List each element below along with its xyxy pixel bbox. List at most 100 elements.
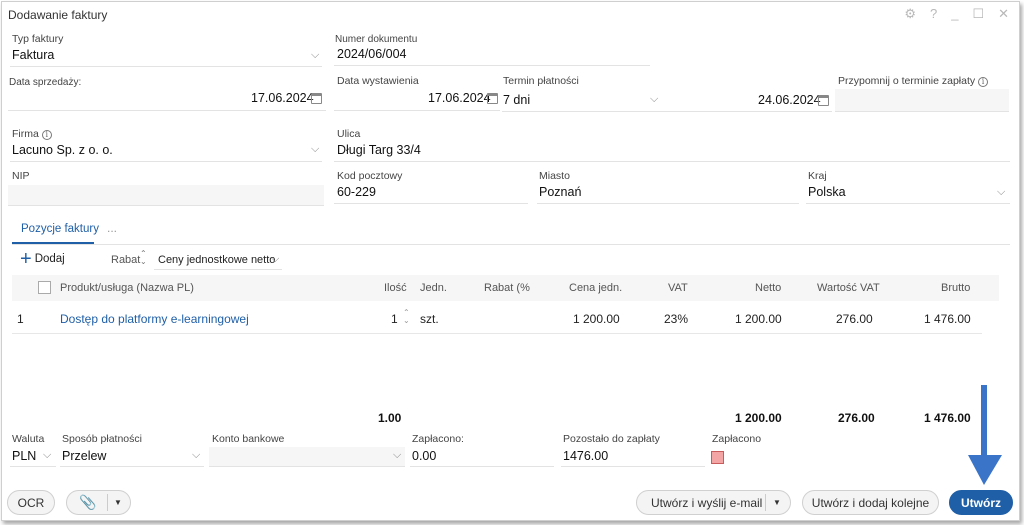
paid-amount-input[interactable]: 0.00 xyxy=(412,449,436,463)
caret-down-icon[interactable]: ▼ xyxy=(773,498,781,507)
discount-label: Rabat xyxy=(111,254,141,266)
caret-down-icon[interactable]: ▼ xyxy=(114,498,122,507)
calendar-icon[interactable] xyxy=(487,93,498,104)
chevron-down-icon[interactable]: ⌵ xyxy=(192,449,200,462)
create-and-send-button[interactable]: Utwórz i wyślij e-mail ▼ xyxy=(636,490,791,515)
calendar-icon[interactable] xyxy=(311,93,322,104)
ocr-button[interactable]: OCR xyxy=(7,490,55,515)
create-button[interactable]: Utwórz xyxy=(949,490,1013,515)
street-label: Ulica xyxy=(337,128,361,140)
close-icon[interactable]: ✕ xyxy=(998,6,1009,22)
minimize-icon[interactable]: _ xyxy=(951,6,958,22)
sale-date-input[interactable]: 17.06.2024 xyxy=(251,91,314,105)
country-label: Kraj xyxy=(808,170,827,182)
maximize-icon[interactable]: ☐ xyxy=(972,6,984,22)
reminder-underline xyxy=(835,111,1009,112)
row-vat-value: 276.00 xyxy=(836,312,873,326)
add-item-button[interactable]: + Dodaj xyxy=(20,248,65,270)
chevron-down-icon[interactable]: ⌵ xyxy=(393,449,401,462)
issue-date-label: Data wystawienia xyxy=(337,75,419,87)
doc-number-underline xyxy=(334,65,650,66)
postal-underline xyxy=(334,203,528,204)
chevron-down-icon[interactable]: ⌵ xyxy=(43,449,51,462)
col-header-vat-value[interactable]: Wartość VAT xyxy=(817,282,880,294)
postal-label: Kod pocztowy xyxy=(337,170,403,182)
nip-label: NIP xyxy=(12,170,30,182)
company-label: Firma i xyxy=(12,128,52,140)
col-header-qty[interactable]: Ilość xyxy=(384,282,407,294)
row-vat[interactable]: 23% xyxy=(664,312,688,326)
price-mode-select[interactable]: Ceny jednostkowe netto xyxy=(158,254,275,266)
currency-select[interactable]: PLN xyxy=(12,449,36,463)
remaining-input[interactable]: 1476.00 xyxy=(563,449,608,463)
city-label: Miasto xyxy=(539,170,570,182)
window-controls: ⚙ ? _ ☐ ✕ xyxy=(904,6,1009,22)
col-header-gross[interactable]: Brutto xyxy=(941,282,970,294)
pointer-arrow-icon xyxy=(968,385,1002,485)
paid-checkbox[interactable] xyxy=(711,451,724,464)
calendar-icon[interactable] xyxy=(818,95,829,106)
row-unit[interactable]: szt. xyxy=(420,312,439,326)
total-qty: 1.00 xyxy=(378,411,402,425)
col-header-unit[interactable]: Jedn. xyxy=(420,282,447,294)
doc-type-select[interactable]: Faktura xyxy=(12,48,54,62)
help-icon[interactable]: ? xyxy=(930,6,937,22)
chevron-down-icon[interactable]: ⌵ xyxy=(271,253,279,266)
col-header-vat[interactable]: VAT xyxy=(668,282,688,294)
create-and-send-label: Utwórz i wyślij e-mail xyxy=(651,495,763,510)
company-label-text: Firma xyxy=(12,128,39,140)
attachment-button[interactable]: 📎 ▼ xyxy=(66,490,131,515)
col-header-unit-price[interactable]: Cena jedn. xyxy=(569,282,622,294)
country-select[interactable]: Polska xyxy=(808,185,846,199)
country-underline xyxy=(806,203,1010,204)
paid-amount-label: Zapłacono: xyxy=(412,433,464,445)
chevron-down-icon[interactable]: ⌵ xyxy=(997,186,1005,199)
currency-underline xyxy=(10,466,56,467)
chevron-down-icon[interactable]: ⌵ xyxy=(311,49,319,62)
city-input[interactable]: Poznań xyxy=(539,185,581,199)
bank-account-underline xyxy=(209,466,405,467)
tab-more[interactable]: ... xyxy=(107,221,117,235)
info-icon[interactable]: i xyxy=(41,130,52,140)
issue-date-underline xyxy=(334,110,500,111)
street-input[interactable]: Długi Targ 33/4 xyxy=(337,143,421,157)
info-icon[interactable]: i xyxy=(978,77,989,87)
row-unit-price[interactable]: 1 200.00 xyxy=(573,312,620,326)
postal-input[interactable]: 60-229 xyxy=(337,185,376,199)
create-and-add-next-button[interactable]: Utwórz i dodaj kolejne xyxy=(802,490,939,515)
payment-term-underline xyxy=(502,111,832,112)
button-divider xyxy=(765,494,766,511)
select-all-checkbox[interactable] xyxy=(38,281,51,294)
bank-account-select[interactable] xyxy=(209,447,405,466)
row-gross: 1 476.00 xyxy=(924,312,971,326)
due-date-input[interactable]: 24.06.2024 xyxy=(758,93,821,107)
row-qty[interactable]: 1 xyxy=(391,312,398,326)
col-header-net[interactable]: Netto xyxy=(755,282,781,294)
tab-invoice-items[interactable]: Pozycje faktury xyxy=(21,223,99,235)
reminder-input[interactable] xyxy=(835,89,1009,111)
currency-label: Waluta xyxy=(12,433,45,445)
qty-stepper-icon[interactable]: ⌃ ⌄ xyxy=(403,309,410,325)
chevron-down-icon[interactable]: ⌵ xyxy=(311,143,319,156)
issue-date-input[interactable]: 17.06.2024 xyxy=(428,91,491,105)
sale-date-underline xyxy=(8,110,326,111)
doc-number-input[interactable]: 2024/06/004 xyxy=(337,47,407,61)
discount-stepper-icon[interactable]: ⌃ ⌄ xyxy=(140,250,147,266)
doc-number-label: Numer dokumentu xyxy=(335,34,418,45)
col-header-product[interactable]: Produkt/usługa (Nazwa PL) xyxy=(60,282,194,294)
chevron-down-icon[interactable]: ⌵ xyxy=(650,93,658,106)
payment-term-select[interactable]: 7 dni xyxy=(503,93,530,107)
payment-method-label: Sposób płatności xyxy=(62,433,142,445)
button-divider xyxy=(107,494,108,511)
add-item-label: Dodaj xyxy=(34,253,65,265)
col-header-discount[interactable]: Rabat (% xyxy=(484,282,530,294)
plus-icon: + xyxy=(20,248,32,270)
nip-input[interactable] xyxy=(8,185,324,205)
payment-method-select[interactable]: Przelew xyxy=(62,449,106,463)
company-select[interactable]: Lacuno Sp. z o. o. xyxy=(12,143,113,157)
tabs-divider xyxy=(12,244,1010,245)
bank-account-label: Konto bankowe xyxy=(212,433,285,445)
settings-icon[interactable]: ⚙ xyxy=(904,6,916,22)
remaining-underline xyxy=(561,466,705,467)
row-product-link[interactable]: Dostęp do platformy e-learningowej xyxy=(60,312,249,326)
